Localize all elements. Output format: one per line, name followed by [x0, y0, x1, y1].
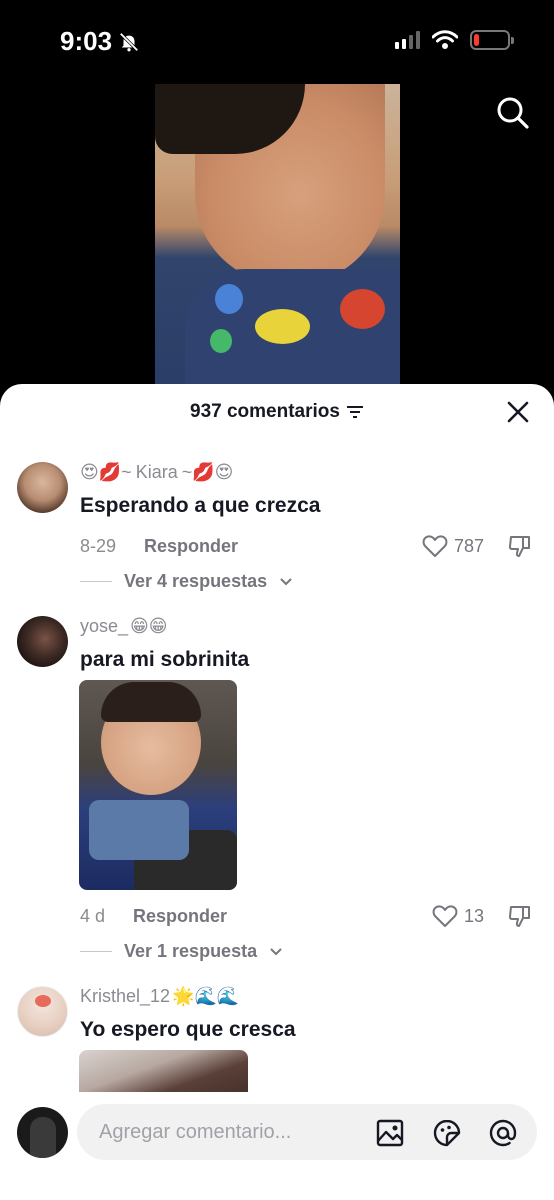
comment-username[interactable]: Kristhel_12 🌟🌊🌊	[80, 986, 239, 1007]
replies-divider	[80, 581, 112, 582]
comment-text: Yo espero que cresca	[80, 1018, 296, 1041]
comment-username[interactable]: yose_ 😁😁	[80, 616, 168, 637]
video-thumbnail[interactable]	[155, 84, 400, 400]
close-icon[interactable]	[506, 400, 530, 424]
paint-splash-blue	[215, 284, 243, 314]
heart-icon	[432, 905, 458, 927]
avatar-silhouette	[30, 1117, 56, 1158]
comment-text: Esperando a que crezca	[80, 494, 321, 517]
like-count: 787	[453, 535, 484, 556]
comment-item: yose_ 😁😁 para mi sobrinita 4 d Responder…	[0, 614, 554, 964]
view-replies-label: Ver 1 respuesta	[124, 941, 258, 961]
view-replies-label: Ver 4 respuestas	[124, 571, 268, 591]
paint-splash-red	[340, 289, 385, 329]
comment-image[interactable]	[79, 680, 237, 890]
overalls	[89, 800, 189, 860]
comment-input[interactable]	[99, 1104, 359, 1160]
comment-input-bar	[0, 1092, 554, 1200]
sticker-icon[interactable]	[432, 1118, 462, 1148]
username-suffix: ~💋😍	[181, 462, 234, 482]
like-button[interactable]: 787	[422, 534, 484, 558]
view-replies-button[interactable]: Ver 4 respuestas	[80, 571, 293, 592]
search-icon[interactable]	[496, 96, 530, 130]
current-user-avatar[interactable]	[17, 1107, 68, 1158]
chevron-down-icon	[280, 577, 292, 585]
comments-count: 937 comentarios	[190, 401, 340, 422]
like-count: 13	[463, 905, 484, 926]
like-button[interactable]: 13	[432, 904, 484, 928]
username-text: Kristhel_12	[80, 986, 171, 1006]
username-prefix: 😍💋~	[80, 462, 132, 482]
comment-meta: 4 d Responder	[80, 906, 227, 927]
comment-meta: 8-29 Responder	[80, 536, 238, 557]
paint-splash-yellow	[255, 309, 310, 344]
avatar[interactable]	[17, 616, 68, 667]
reply-button[interactable]: Responder	[144, 536, 238, 557]
username-emojis: 🌟🌊🌊	[172, 986, 240, 1006]
username-text: Kiara	[135, 462, 178, 482]
dislike-icon[interactable]	[508, 904, 532, 928]
replies-divider	[80, 951, 112, 952]
image-icon[interactable]	[375, 1118, 405, 1148]
avatar-flower	[35, 995, 51, 1007]
comments-header: 937 comentarios	[0, 384, 554, 440]
baby-hair	[101, 682, 201, 722]
dislike-icon[interactable]	[508, 534, 532, 558]
video-player[interactable]	[0, 0, 554, 400]
mention-icon[interactable]	[488, 1118, 518, 1148]
heart-icon	[422, 535, 448, 557]
comment-date: 4 d	[80, 906, 106, 926]
comment-date: 8-29	[80, 536, 117, 556]
sort-filter-icon[interactable]	[346, 405, 364, 419]
comment-username[interactable]: 😍💋~ Kiara ~💋😍	[80, 462, 233, 483]
chevron-down-icon	[270, 947, 282, 955]
comment-item: Kristhel_12 🌟🌊🌊 Yo espero que cresca	[0, 984, 554, 1110]
view-replies-button[interactable]: Ver 1 respuesta	[80, 941, 283, 962]
comment-text: para mi sobrinita	[80, 648, 250, 671]
username-text: yose_	[80, 616, 129, 636]
paint-splash-green	[210, 329, 232, 353]
avatar[interactable]	[17, 986, 68, 1037]
avatar[interactable]	[17, 462, 68, 513]
username-emojis: 😁😁	[130, 616, 168, 636]
reply-button[interactable]: Responder	[133, 906, 227, 927]
comment-input-container[interactable]	[77, 1104, 537, 1160]
comment-item: 😍💋~ Kiara ~💋😍 Esperando a que crezca 8-2…	[0, 460, 554, 592]
comments-sheet: 937 comentarios 😍💋~ Kiara ~💋😍 Esperando …	[0, 384, 554, 1200]
comments-title: 937 comentarios	[190, 401, 364, 423]
